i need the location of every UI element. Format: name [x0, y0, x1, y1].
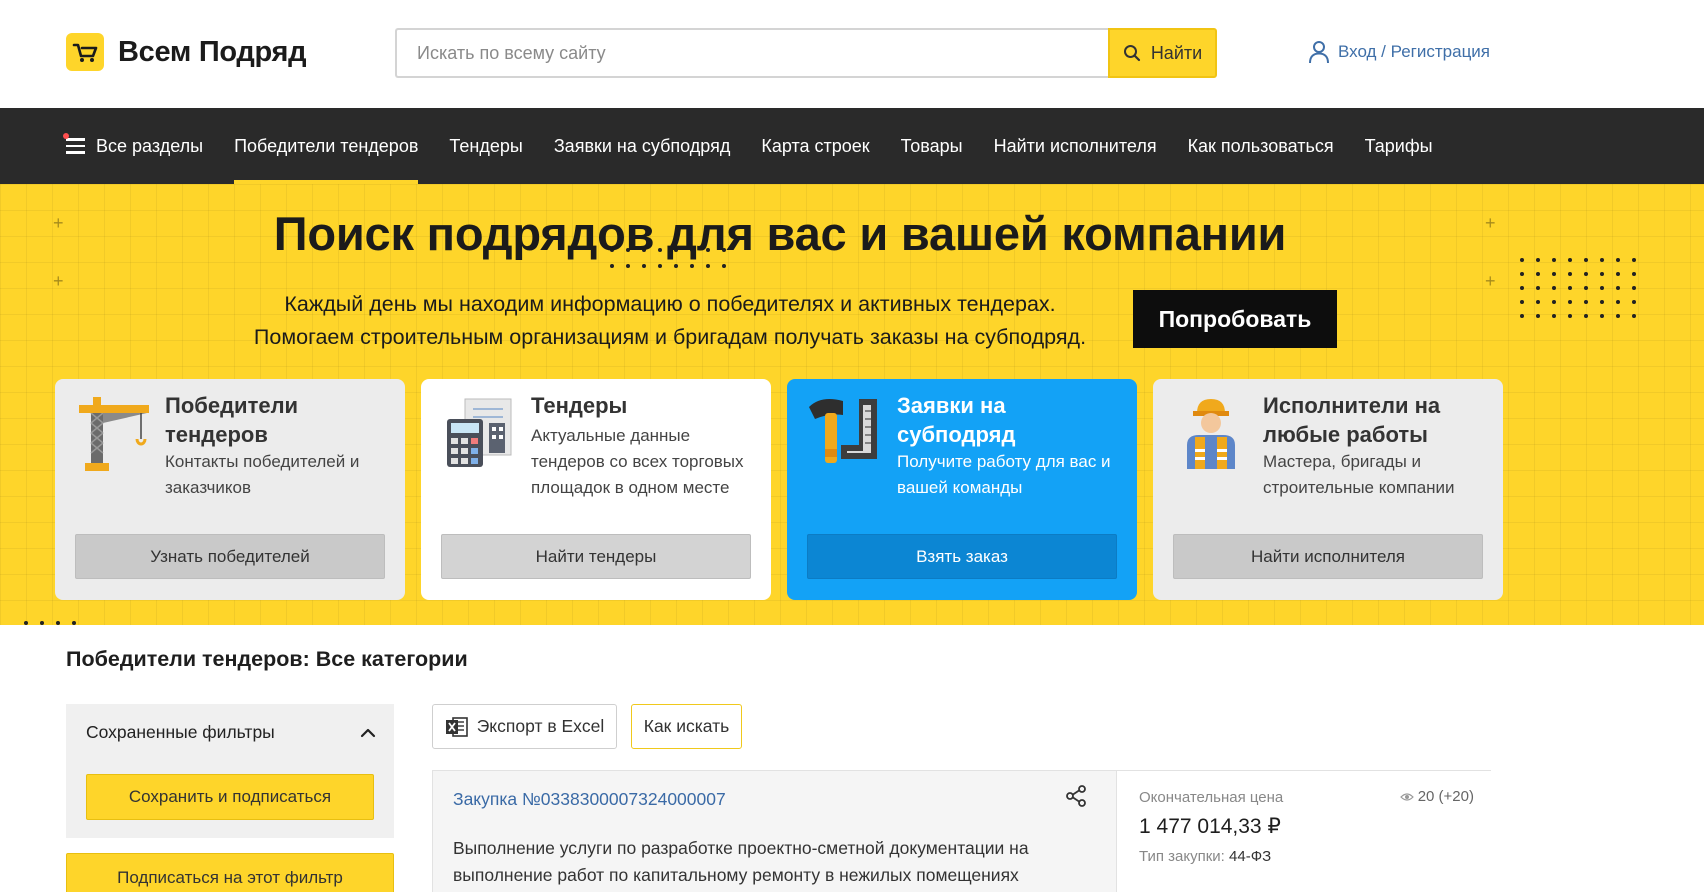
- card-title: Победители тендеров: [165, 393, 299, 447]
- hero-subtitle: Каждый день мы находим информацию о побе…: [220, 288, 1120, 354]
- calculator-icon: [441, 393, 521, 473]
- nav-all-sections-label: Все разделы: [96, 135, 204, 156]
- price-label: Окончательная цена: [1139, 789, 1284, 806]
- chevron-up-icon[interactable]: [360, 728, 376, 738]
- hero-title: Поиск подрядов для вас и вашей компании: [273, 207, 1287, 260]
- share-icon[interactable]: [1065, 785, 1087, 807]
- card-title: Тендеры: [531, 393, 628, 418]
- card-desc: Актуальные данные тендеров со всех торго…: [531, 426, 744, 497]
- dots-decor: [24, 621, 76, 625]
- site-header: Всем Подряд Найти Вход / Регистрация: [0, 0, 1704, 108]
- user-icon: [1309, 41, 1329, 64]
- search-icon: [1123, 45, 1140, 62]
- excel-icon: [445, 716, 468, 737]
- nav-winners[interactable]: Победители тендеров: [234, 108, 419, 184]
- nav-pricing[interactable]: Тарифы: [1365, 108, 1433, 184]
- result-link[interactable]: Закупка №0338300007324000007: [453, 789, 726, 810]
- feature-cards: Победители тендеров Контакты победителей…: [55, 379, 1503, 600]
- card-winners-button[interactable]: Узнать победителей: [75, 534, 385, 579]
- export-excel-label: Экспорт в Excel: [476, 716, 605, 736]
- hammer-ruler-icon: [807, 393, 887, 473]
- crane-icon: [75, 393, 155, 473]
- views-count: 20 (+20): [1399, 788, 1474, 805]
- card-tenders: Тендеры Актуальные данные тендеров со вс…: [421, 379, 771, 600]
- saved-filters-title: Сохраненные фильтры: [86, 722, 275, 742]
- main-nav: Все разделы Победители тендеров Тендеры …: [0, 108, 1704, 184]
- plus-decor: +: [1485, 271, 1496, 291]
- hero-subtitle-line: Помогаем строительным организациям и бри…: [253, 325, 1087, 349]
- card-subcontract-button[interactable]: Взять заказ: [807, 534, 1117, 579]
- purchase-type-label: Тип закупки:: [1139, 848, 1225, 865]
- plus-decor: +: [53, 271, 64, 291]
- purchase-type-value: 44-ФЗ: [1229, 848, 1272, 865]
- worker-icon: [1173, 393, 1253, 473]
- result-description: Выполнение услуги по разработке проектно…: [453, 838, 1029, 885]
- save-subscribe-button[interactable]: Сохранить и подписаться: [86, 774, 374, 820]
- purchase-type: Тип закупки: 44-ФЗ: [1139, 848, 1271, 865]
- nav-all-sections[interactable]: Все разделы: [63, 108, 204, 184]
- cart-icon: [66, 33, 104, 71]
- nav-tenders[interactable]: Тендеры: [449, 108, 522, 184]
- login-link[interactable]: Вход / Регистрация: [1308, 40, 1490, 64]
- login-link-label: Вход / Регистрация: [1338, 42, 1491, 61]
- card-desc: Получите работу для вас и вашей команды: [897, 452, 1111, 497]
- section-title: Победители тендеров: Все категории: [66, 647, 468, 671]
- card-winners: Победители тендеров Контакты победителей…: [55, 379, 405, 600]
- card-title: Исполнители на любые работы: [1263, 393, 1441, 447]
- card-title: Заявки на субподряд: [897, 393, 1016, 447]
- card-tenders-button[interactable]: Найти тендеры: [441, 534, 751, 579]
- result-card: Закупка №0338300007324000007 Выполнение …: [432, 770, 1492, 892]
- nav-how-to-use[interactable]: Как пользоваться: [1188, 108, 1334, 184]
- card-contractors-button[interactable]: Найти исполнителя: [1173, 534, 1483, 579]
- price-value: 1 477 014,33 ₽: [1139, 815, 1281, 838]
- card-contractors: Исполнители на любые работы Мастера, бри…: [1153, 379, 1503, 600]
- export-excel-button[interactable]: Экспорт в Excel: [432, 704, 617, 749]
- nav-find-contractor[interactable]: Найти исполнителя: [994, 108, 1157, 184]
- menu-icon: [63, 133, 85, 154]
- search-button[interactable]: Найти: [1108, 28, 1217, 78]
- price-panel: Окончательная цена 20 (+20) 1 477 014,33…: [1116, 771, 1492, 892]
- logo[interactable]: Всем Подряд: [66, 33, 307, 71]
- search-input[interactable]: [395, 28, 1108, 78]
- nav-map[interactable]: Карта строек: [761, 108, 869, 184]
- hero-banner: + + + + Поиск подрядов для вас и вашей к…: [0, 184, 1704, 625]
- search-button-label: Найти: [1150, 42, 1203, 63]
- saved-filters-panel: Сохраненные фильтры Сохранить и подписат…: [66, 704, 394, 838]
- dots-decor: [1520, 258, 1636, 318]
- card-desc: Контакты победителей и заказчиков: [165, 452, 360, 497]
- eye-icon: [1399, 792, 1414, 801]
- how-to-search-button[interactable]: Как искать: [631, 704, 742, 749]
- logo-text: Всем Подряд: [118, 35, 307, 68]
- views-value: 20 (+20): [1417, 788, 1474, 805]
- nav-goods[interactable]: Товары: [901, 108, 963, 184]
- try-button[interactable]: Попробовать: [1133, 290, 1337, 348]
- card-subcontract: Заявки на субподряд Получите работу для …: [787, 379, 1137, 600]
- subscribe-filter-button[interactable]: Подписаться на этот фильтр: [66, 853, 394, 892]
- card-desc: Мастера, бригады и строительные компании: [1263, 452, 1455, 497]
- hero-subtitle-line: Каждый день мы находим информацию о побе…: [284, 292, 1056, 316]
- saved-filters-header[interactable]: Сохраненные фильтры: [86, 722, 376, 743]
- nav-subcontract[interactable]: Заявки на субподряд: [554, 108, 731, 184]
- search-bar: Найти: [395, 28, 1217, 78]
